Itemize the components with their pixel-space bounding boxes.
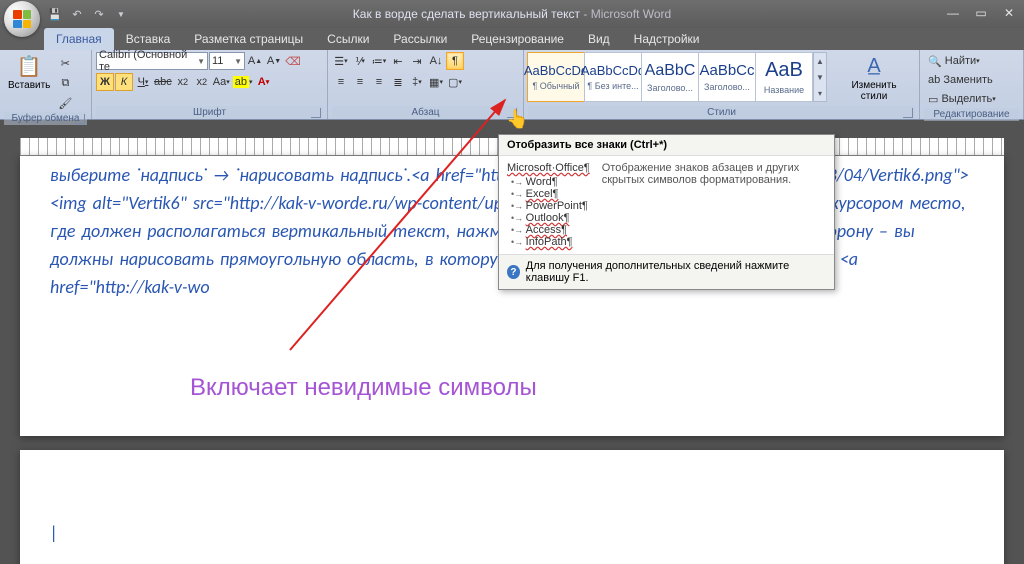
paste-icon: 📋 <box>17 54 41 78</box>
group-label-paragraph: Абзац <box>332 106 519 119</box>
undo-icon[interactable]: ↶ <box>68 5 86 23</box>
align-right-button[interactable]: ≡ <box>370 73 388 91</box>
tab-references[interactable]: Ссылки <box>315 28 381 50</box>
redo-icon[interactable]: ↷ <box>90 5 108 23</box>
paste-label: Вставить <box>8 80 50 91</box>
select-icon: ▭ <box>928 93 938 106</box>
dialog-launcher-icon[interactable] <box>75 114 85 124</box>
style-title[interactable]: AaBНазвание <box>755 52 813 102</box>
sort-button[interactable]: A↓ <box>427 52 445 70</box>
font-color-button[interactable]: A▾ <box>255 73 273 91</box>
group-styles: AaBbCcDd¶ Обычный AaBbCcDd¶ Без инте... … <box>524 50 920 119</box>
bold-button[interactable]: Ж <box>96 73 114 91</box>
line-spacing-button[interactable]: ‡▾ <box>408 73 426 91</box>
shrink-font-button[interactable]: A▼ <box>265 52 283 70</box>
group-label-font: Шрифт <box>96 106 323 119</box>
tab-view[interactable]: Вид <box>576 28 622 50</box>
styles-gallery[interactable]: AaBbCcDd¶ Обычный AaBbCcDd¶ Без инте... … <box>528 52 827 102</box>
group-label-clipboard: Буфер обмена <box>4 112 87 125</box>
qat-dropdown-icon[interactable]: ▼ <box>112 5 130 23</box>
ribbon-tabs: Главная Вставка Разметка страницы Ссылки… <box>0 28 1024 50</box>
numbering-button[interactable]: ⅟▾ <box>351 52 369 70</box>
tooltip-description: Отображение знаков абзацев и других скры… <box>602 162 826 248</box>
copy-button[interactable]: ⧉ <box>56 74 74 92</box>
underline-button[interactable]: Ч▾ <box>134 73 152 91</box>
group-clipboard: 📋 Вставить ✂ ⧉ 🖌 Буфер обмена <box>0 50 92 119</box>
multilevel-button[interactable]: ≔▾ <box>370 52 388 70</box>
find-icon: 🔍 <box>928 55 942 68</box>
tab-addins[interactable]: Надстройки <box>622 28 712 50</box>
tab-mailings[interactable]: Рассылки <box>381 28 459 50</box>
format-painter-button[interactable]: 🖌 <box>56 94 74 112</box>
paste-button[interactable]: 📋 Вставить <box>4 52 54 93</box>
maximize-button[interactable]: ▭ <box>970 4 992 21</box>
tab-insert[interactable]: Вставка <box>114 28 183 50</box>
change-case-button[interactable]: Aa▾ <box>212 73 231 91</box>
tooltip-title: Отобразить все знаки (Ctrl+*) <box>499 135 834 156</box>
italic-button[interactable]: К <box>115 73 133 91</box>
dialog-launcher-icon[interactable] <box>311 108 321 118</box>
justify-button[interactable]: ≣ <box>389 73 407 91</box>
grow-font-button[interactable]: A▲ <box>246 52 264 70</box>
shading-button[interactable]: ▦▾ <box>427 73 445 91</box>
office-button[interactable] <box>4 1 40 37</box>
close-button[interactable]: ✕ <box>998 4 1020 21</box>
group-paragraph: ☰▾ ⅟▾ ≔▾ ⇤ ⇥ A↓ ¶ ≡ ≡ ≡ ≣ ‡▾ ▦▾ ▢▾ Абзац <box>328 50 524 119</box>
annotation-text: Включает невидимые символы <box>190 374 537 402</box>
style-normal[interactable]: AaBbCcDd¶ Обычный <box>527 52 585 102</box>
align-left-button[interactable]: ≡ <box>332 73 350 91</box>
quick-access-toolbar: 💾 ↶ ↷ ▼ <box>46 5 130 23</box>
style-heading1[interactable]: AaBbCЗаголово... <box>641 52 699 102</box>
subscript-button[interactable]: x2 <box>174 73 192 91</box>
change-styles-button[interactable]: A̲ Изменить стили <box>833 52 915 104</box>
group-label-editing: Редактирование <box>924 108 1019 121</box>
highlight-button[interactable]: ab▾ <box>232 73 254 91</box>
gallery-scroll[interactable]: ▲▼▾ <box>813 52 827 102</box>
font-size-combo[interactable]: 11▼ <box>209 52 245 70</box>
change-styles-icon: A̲ <box>862 54 886 78</box>
font-name-combo[interactable]: Calibri (Основной те▼ <box>96 52 208 70</box>
show-hide-marks-button[interactable]: ¶ <box>446 52 464 70</box>
change-styles-label: Изменить стили <box>837 80 911 102</box>
ribbon: 📋 Вставить ✂ ⧉ 🖌 Буфер обмена Calibri (О… <box>0 50 1024 120</box>
help-icon: ? <box>507 265 520 279</box>
align-center-button[interactable]: ≡ <box>351 73 369 91</box>
replace-icon: ab <box>928 74 940 86</box>
tab-pagelayout[interactable]: Разметка страницы <box>182 28 315 50</box>
tab-home[interactable]: Главная <box>44 28 114 50</box>
style-no-spacing[interactable]: AaBbCcDd¶ Без инте... <box>584 52 642 102</box>
find-button[interactable]: 🔍 Найти▾ <box>924 52 984 70</box>
save-icon[interactable]: 💾 <box>46 5 64 23</box>
document-page-2[interactable]: | <box>20 450 1004 564</box>
style-heading2[interactable]: AaBbCcЗаголово... <box>698 52 756 102</box>
group-font: Calibri (Основной те▼ 11▼ A▲ A▼ ⌫ Ж К Ч▾… <box>92 50 328 119</box>
indent-dec-button[interactable]: ⇤ <box>389 52 407 70</box>
title-bar: 💾 ↶ ↷ ▼ Как в ворде сделать вертикальный… <box>0 0 1024 28</box>
replace-button[interactable]: ab Заменить <box>924 71 997 89</box>
superscript-button[interactable]: x2 <box>193 73 211 91</box>
borders-button[interactable]: ▢▾ <box>446 73 464 91</box>
cut-button[interactable]: ✂ <box>56 54 74 72</box>
group-label-styles: Стили <box>528 106 915 119</box>
select-button[interactable]: ▭ Выделить▾ <box>924 90 1000 108</box>
tab-review[interactable]: Рецензирование <box>459 28 576 50</box>
bullets-button[interactable]: ☰▾ <box>332 52 350 70</box>
dialog-launcher-icon[interactable] <box>507 108 517 118</box>
dialog-launcher-icon[interactable] <box>903 108 913 118</box>
group-editing: 🔍 Найти▾ ab Заменить ▭ Выделить▾ Редакти… <box>920 50 1024 119</box>
minimize-button[interactable]: — <box>942 4 964 21</box>
indent-inc-button[interactable]: ⇥ <box>408 52 426 70</box>
window-title: Как в ворде сделать вертикальный текст -… <box>353 7 671 21</box>
strike-button[interactable]: abc <box>153 73 173 91</box>
paragraph-marks-tooltip: Отобразить все знаки (Ctrl+*) Microsoft·… <box>498 134 835 290</box>
tooltip-footer: ? Для получения дополнительных сведений … <box>499 254 834 289</box>
tooltip-example-list: Microsoft·Office¶ •→ Word¶ •→ Excel¶ •→ … <box>507 162 590 248</box>
clear-format-button[interactable]: ⌫ <box>284 52 302 70</box>
